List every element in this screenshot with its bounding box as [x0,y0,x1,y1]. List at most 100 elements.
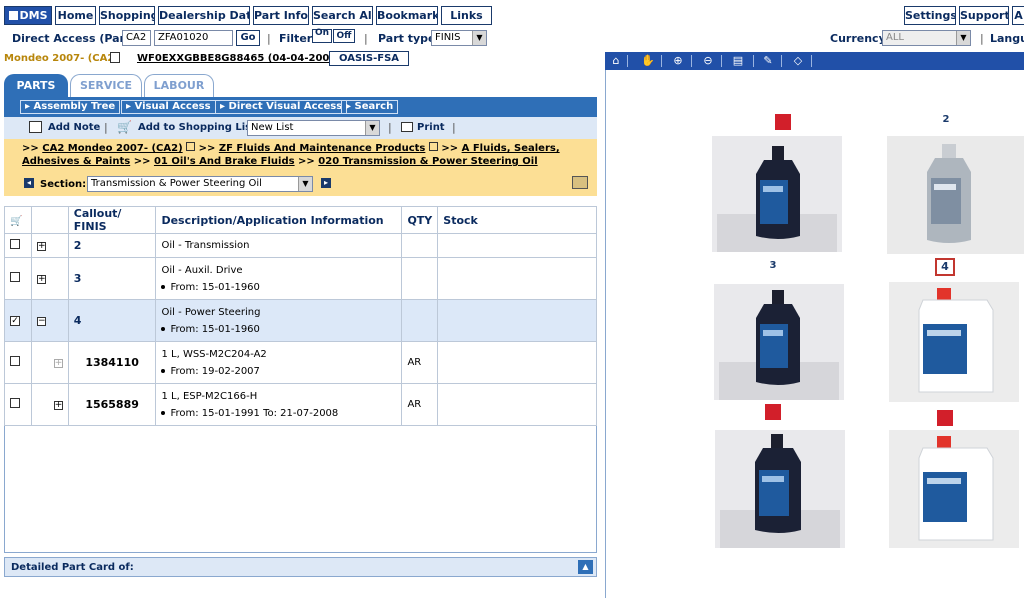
oil-bottle-image [714,284,844,400]
filter-on-toggle[interactable]: On [312,29,332,43]
collapse-icon[interactable]: − [36,317,46,326]
currency-select[interactable]: ALL ▼ [882,30,971,46]
nav-support[interactable]: Support [959,6,1009,25]
row-expand: + [30,383,69,426]
breadcrumb-item[interactable]: CA2 Mondeo 2007- (CA2) [42,143,182,154]
pen-icon[interactable]: ✎ [761,54,775,68]
oil-bottle-image [889,282,1019,402]
home-icon[interactable]: ⌂ [609,54,623,68]
vehicle-model: Mondeo 2007- (CA2) [4,53,119,64]
callout-3-label[interactable]: 3 [767,260,779,271]
section-row: ◂ Section: Transmission & Power Steering… [4,171,597,196]
callout-number[interactable]: 2 [74,239,82,252]
breadcrumb-item[interactable]: 01 Oil's And Brake Fluids [154,156,295,167]
zoom-out-icon[interactable]: ⊖ [701,54,715,68]
tab-parts[interactable]: PARTS [4,74,68,98]
callout-4-marker[interactable]: 4 [935,258,955,276]
row-checkbox[interactable]: ✓ [10,316,20,326]
row-stock [437,341,597,384]
zoom-in-icon[interactable]: ⊕ [671,54,685,68]
row-qty: AR [401,341,439,384]
collapse-card-icon[interactable]: ▲ [578,560,593,574]
divider [781,55,782,67]
nav-bookmark[interactable]: Bookmark [376,6,438,25]
nav-home[interactable]: Home [55,6,96,25]
prev-section-icon[interactable]: ◂ [24,178,34,188]
callout-marker[interactable] [775,114,791,130]
callout-number[interactable]: 4 [74,314,82,327]
col-callout: Callout/ FINIS [67,206,157,234]
divider: | [104,121,108,134]
breadcrumb-item[interactable]: 020 Transmission & Power Steering Oil [318,156,537,167]
filter-off-toggle[interactable]: Off [333,29,355,43]
select-all-header[interactable]: 🛒 [4,206,32,234]
finis-number[interactable]: 1384110 [85,356,139,369]
go-button[interactable]: Go [236,30,260,46]
nav-settings[interactable]: Settings [904,6,956,25]
row-checkbox[interactable] [10,356,20,366]
table-row[interactable]: + 2 Oil - Transmission [4,233,597,258]
model-code-input[interactable]: CA2 [122,30,151,46]
subnav-assembly-tree[interactable]: ▸ Assembly Tree [20,100,121,114]
currency-label: Currency [830,32,886,45]
nav-search-all[interactable]: Search All [312,6,373,25]
table-row[interactable]: ✓ − 4 Oil - Power Steering From: 15-01-19… [4,299,597,342]
breadcrumb-item[interactable]: ZF Fluids And Maintenance Products [219,143,426,154]
camera-icon[interactable] [572,176,588,189]
shopping-list-select[interactable]: New List ▼ [247,120,380,136]
subnav-label: Search [354,101,394,112]
divider: | [388,121,392,134]
table-row[interactable]: + 1384110 1 L, WSS-M2C204-A2 From: 19-02-… [4,341,597,384]
row-checkbox[interactable] [10,239,20,249]
eraser-icon[interactable]: ◇ [791,54,805,68]
from-line: From: 15-01-1960 [161,282,396,293]
part-type-select[interactable]: FINIS ▼ [431,30,487,46]
expand-icon[interactable]: + [36,275,46,284]
row-checkbox[interactable] [10,398,20,408]
subnav-search[interactable]: ▸ Search [341,100,399,114]
oasis-button[interactable]: OASIS-FSA [329,51,409,66]
dms-button[interactable]: DMS [4,6,52,25]
row-callout: 1384110 [67,341,157,384]
row-stock [437,233,597,258]
add-note-button[interactable]: Add Note [48,122,100,133]
from-text: From: 15-01-1991 To: 21-07-2008 [170,407,339,419]
nav-dealership-data[interactable]: Dealership Data [158,6,250,25]
row-checkbox[interactable] [10,272,20,282]
row-select [4,257,32,300]
callout-2-label[interactable]: 2 [940,114,952,125]
subnav-direct-visual-access[interactable]: ▸ Direct Visual Access [215,100,348,114]
nav-shopping[interactable]: Shopping [99,6,155,25]
tab-service[interactable]: SERVICE [70,74,142,98]
print-button[interactable]: Print [417,122,445,133]
nav-part-info[interactable]: Part Info [253,6,309,25]
nav-more[interactable]: A [1012,6,1024,25]
tab-labour[interactable]: LABOUR [144,74,214,98]
row-description: Oil - Transmission [155,233,403,258]
expand-icon[interactable]: + [36,242,46,251]
table-row[interactable]: + 3 Oil - Auxil. Drive From: 15-01-1960 [4,257,597,300]
table-row[interactable]: + 1565889 1 L, ESP-M2C166-H From: 15-01-1… [4,383,597,426]
callout-marker[interactable] [765,404,781,420]
section-value: Transmission & Power Steering Oil [91,178,262,189]
finis-input[interactable]: ZFA01020 [154,30,233,46]
pan-hand-icon[interactable]: ✋ [641,54,655,68]
vin-link[interactable]: WF0EXXGBBE8G88465 (04-04-2008) [137,53,341,64]
section-select[interactable]: Transmission & Power Steering Oil ▼ [87,176,313,192]
nav-links[interactable]: Links [441,6,492,25]
callout-number[interactable]: 3 [74,272,82,285]
oil-bottle-image [712,136,842,252]
filter-label: Filter [279,32,313,45]
subnav-visual-access[interactable]: ▸ Visual Access [121,100,216,114]
print-icon[interactable]: ▤ [731,54,745,68]
illustration-viewer[interactable]: 2 3 4 [605,70,1024,598]
row-callout: 2 [67,233,157,258]
divider [721,55,722,67]
expand-icon[interactable]: + [53,401,63,410]
next-section-icon[interactable]: ▸ [321,178,331,188]
add-to-shopping-list-button[interactable]: Add to Shopping List [138,122,256,133]
finis-number[interactable]: 1565889 [85,398,139,411]
callout-marker[interactable] [937,410,953,426]
parts-table: 🛒 Callout/ FINIS Description/Application… [4,206,597,426]
bookmark-icon[interactable] [110,52,120,63]
